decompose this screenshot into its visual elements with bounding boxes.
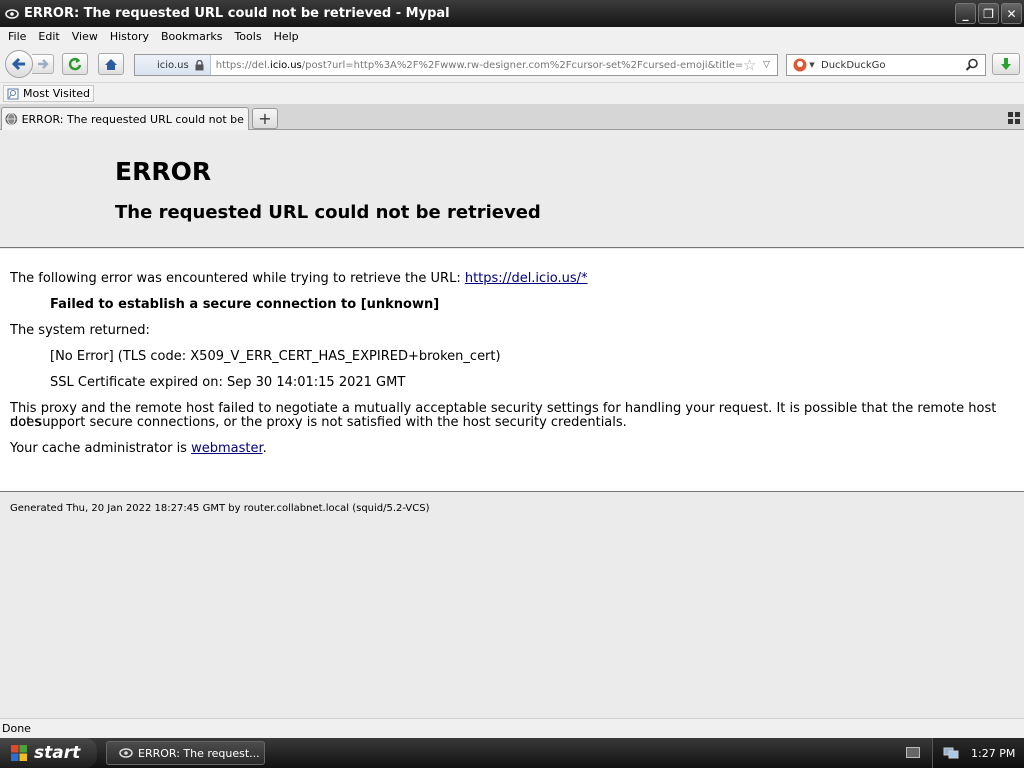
home-button[interactable] xyxy=(98,53,124,75)
error-heading: ERROR xyxy=(115,157,212,186)
bookmarks-toolbar: Most Visited xyxy=(0,83,1024,105)
most-visited-label: Most Visited xyxy=(23,87,90,100)
windows-logo-icon xyxy=(11,745,27,761)
downloads-button[interactable] xyxy=(992,53,1020,75)
menu-bookmarks[interactable]: Bookmarks xyxy=(155,30,228,43)
taskbar-window-button[interactable]: ERROR: The request... xyxy=(106,741,265,765)
taskbar-window-label: ERROR: The request... xyxy=(138,746,260,760)
tab-bar: ERROR: The requested URL could not be re… xyxy=(0,105,1024,130)
webmaster-link[interactable]: webmaster xyxy=(191,441,263,456)
globe-icon xyxy=(5,113,18,125)
menu-edit[interactable]: Edit xyxy=(32,30,65,43)
window-title: ERROR: The requested URL could not be re… xyxy=(24,6,450,21)
page-content: ERROR The requested URL could not be ret… xyxy=(0,130,1024,718)
title-bar: ERROR: The requested URL could not be re… xyxy=(0,0,1024,27)
site-identity-button[interactable]: icio.us xyxy=(135,55,211,75)
engine-dropdown-icon: ▼ xyxy=(809,61,815,69)
error-header: ERROR The requested URL could not be ret… xyxy=(0,130,1024,248)
mypal-app-icon xyxy=(4,6,20,22)
download-arrow-icon xyxy=(1001,57,1011,70)
search-engine-selector[interactable]: ▼ xyxy=(787,55,821,75)
requested-url-link[interactable]: https://del.icio.us/* xyxy=(465,271,588,286)
status-text: Done xyxy=(2,722,31,735)
menu-bar: File Edit View History Bookmarks Tools H… xyxy=(0,27,1024,45)
forward-button[interactable] xyxy=(32,54,54,74)
restore-button[interactable]: ❐ xyxy=(978,3,999,24)
url-dropdown-icon[interactable]: ▽ xyxy=(763,60,777,70)
url-text[interactable]: https://del.icio.us/post?url=http%3A%2F%… xyxy=(211,60,743,71)
tls-error-message: [No Error] (TLS code: X509_V_ERR_CERT_HA… xyxy=(50,349,501,364)
menu-tools[interactable]: Tools xyxy=(228,30,267,43)
intro-text: The following error was encountered whil… xyxy=(10,271,588,286)
bookmark-star-icon[interactable]: ☆ xyxy=(743,56,759,74)
cert-expiry-message: SSL Certificate expired on: Sep 30 14:01… xyxy=(50,375,406,390)
url-domain: icio.us xyxy=(270,59,302,71)
start-label: start xyxy=(34,743,81,763)
folder-icon xyxy=(7,88,19,99)
tab-error-page[interactable]: ERROR: The requested URL could not be re… xyxy=(1,107,249,130)
error-subheading: The requested URL could not be retrieved xyxy=(115,202,541,223)
explanation-line-2: not support secure connections, or the p… xyxy=(10,415,627,430)
clock[interactable]: 1:27 PM xyxy=(971,747,1015,760)
reload-icon xyxy=(68,57,82,71)
menu-history[interactable]: History xyxy=(104,30,155,43)
menu-file[interactable]: File xyxy=(2,30,32,43)
url-path: /post?url=http%3A%2F%2Fwww.rw-designer.c… xyxy=(301,59,743,71)
failure-message: Failed to establish a secure connection … xyxy=(50,297,440,312)
minimize-button[interactable]: _ xyxy=(955,3,976,24)
cache-admin-text: Your cache administrator is webmaster. xyxy=(10,441,267,456)
search-bar[interactable]: ▼ DuckDuckGo xyxy=(786,54,986,76)
keyboard-icon[interactable] xyxy=(906,747,920,758)
close-button[interactable]: ✕ xyxy=(1001,3,1022,24)
url-prefix: https://del. xyxy=(215,59,271,71)
duckduckgo-icon xyxy=(793,58,807,72)
new-tab-button[interactable]: + xyxy=(252,108,278,129)
tab-list-icon[interactable] xyxy=(1008,112,1020,124)
menu-view[interactable]: View xyxy=(66,30,104,43)
network-icon[interactable] xyxy=(943,746,959,760)
system-returned-label: The system returned: xyxy=(10,323,150,338)
navigation-toolbar: icio.us https://del.icio.us/post?url=htt… xyxy=(0,45,1024,83)
status-bar: Done xyxy=(0,718,1024,738)
taskbar: start ERROR: The request... 1:27 PM xyxy=(0,738,1024,768)
start-button[interactable]: start xyxy=(0,738,97,768)
system-tray: 1:27 PM xyxy=(932,738,1024,768)
forward-arrow-icon xyxy=(37,59,49,69)
url-bar[interactable]: icio.us https://del.icio.us/post?url=htt… xyxy=(134,54,778,76)
reload-button[interactable] xyxy=(62,53,88,75)
tab-title: ERROR: The requested URL could not be re… xyxy=(21,112,248,126)
most-visited-folder[interactable]: Most Visited xyxy=(3,85,94,102)
search-icon[interactable] xyxy=(965,58,979,72)
plus-icon: + xyxy=(258,109,272,128)
generated-footer: Generated Thu, 20 Jan 2022 18:27:45 GMT … xyxy=(10,503,430,514)
back-button[interactable] xyxy=(5,50,33,78)
site-identity-label: icio.us xyxy=(157,59,189,71)
menu-help[interactable]: Help xyxy=(268,30,305,43)
search-input[interactable]: DuckDuckGo xyxy=(821,60,965,71)
home-icon xyxy=(105,58,117,70)
error-body: The following error was encountered whil… xyxy=(0,249,1024,492)
mypal-task-icon xyxy=(119,748,133,758)
back-arrow-icon xyxy=(11,57,25,71)
lock-icon xyxy=(195,59,204,70)
